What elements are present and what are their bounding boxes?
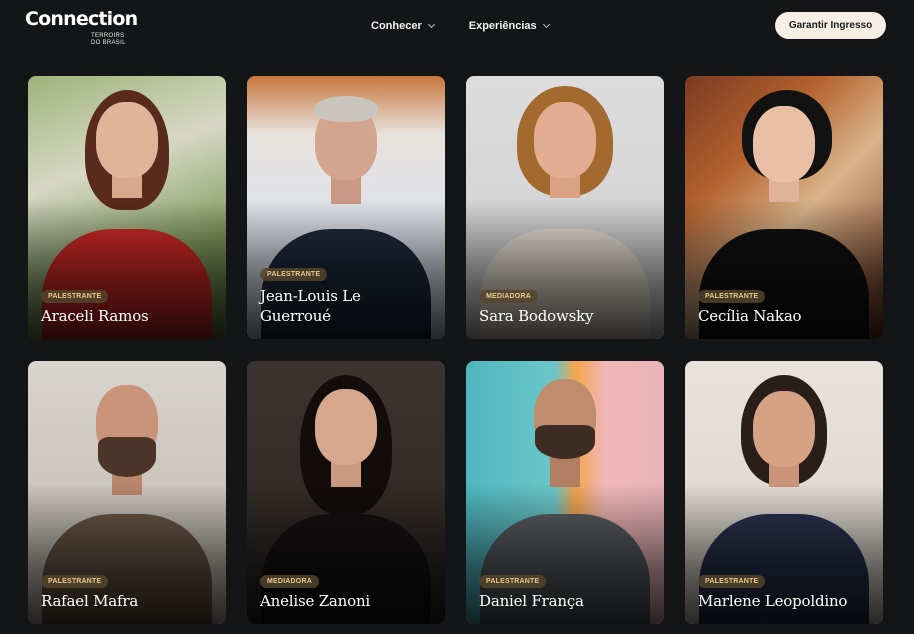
nav-experiencias[interactable]: Experiências (468, 20, 550, 32)
speaker-name: Sara Bodowsky (479, 307, 594, 325)
speaker-name: Cecília Nakao (698, 307, 802, 325)
role-badge: MEDIADORA (260, 575, 319, 588)
nav-experiencias-label: Experiências (468, 20, 537, 32)
site-header: Connection TERROIRS DO BRASIL Conhecer E… (0, 0, 914, 58)
garantir-ingresso-button[interactable]: Garantir Ingresso (775, 12, 886, 39)
speaker-card[interactable]: PALESTRANTE Marlene Leopoldino (685, 361, 883, 624)
nav-conhecer-label: Conhecer (371, 20, 422, 32)
role-badge: PALESTRANTE (698, 575, 766, 588)
nav-conhecer[interactable]: Conhecer (371, 20, 435, 32)
speaker-name: Araceli Ramos (41, 307, 149, 325)
speaker-name: Marlene Leopoldino (698, 592, 848, 610)
brand-tagline-line1: TERROIRS (91, 33, 125, 39)
speaker-name: Rafael Mafra (41, 592, 139, 610)
speakers-grid: PALESTRANTE Araceli Ramos PALESTRANTE Je… (28, 76, 884, 624)
speaker-card[interactable]: PALESTRANTE Rafael Mafra (28, 361, 226, 624)
speaker-card[interactable]: MEDIADORA Anelise Zanoni (247, 361, 445, 624)
brand-tagline: TERROIRS DO BRASIL (91, 33, 126, 46)
speaker-card[interactable]: PALESTRANTE Jean-Louis Le Guerroué (247, 76, 445, 339)
brand-tagline-line2: DO BRASIL (91, 39, 126, 46)
role-badge: MEDIADORA (479, 290, 538, 303)
speaker-card[interactable]: PALESTRANTE Daniel França (466, 361, 664, 624)
speaker-name: Jean-Louis Le Guerroué (260, 287, 361, 325)
brand-logo[interactable]: Connection TERROIRS DO BRASIL (25, 8, 138, 46)
speaker-card[interactable]: PALESTRANTE Araceli Ramos (28, 76, 226, 339)
speaker-card[interactable]: PALESTRANTE Cecília Nakao (685, 76, 883, 339)
speaker-card[interactable]: MEDIADORA Sara Bodowsky (466, 76, 664, 339)
main-nav: Conhecer Experiências (371, 20, 550, 32)
role-badge: PALESTRANTE (260, 268, 328, 281)
chevron-down-icon (542, 20, 550, 29)
speaker-name: Anelise Zanoni (260, 592, 371, 610)
chevron-down-icon (427, 20, 435, 29)
role-badge: PALESTRANTE (41, 575, 109, 588)
brand-name: Connection (25, 8, 138, 30)
role-badge: PALESTRANTE (41, 290, 109, 303)
role-badge: PALESTRANTE (698, 290, 766, 303)
role-badge: PALESTRANTE (479, 575, 547, 588)
speaker-name: Daniel França (479, 592, 584, 610)
